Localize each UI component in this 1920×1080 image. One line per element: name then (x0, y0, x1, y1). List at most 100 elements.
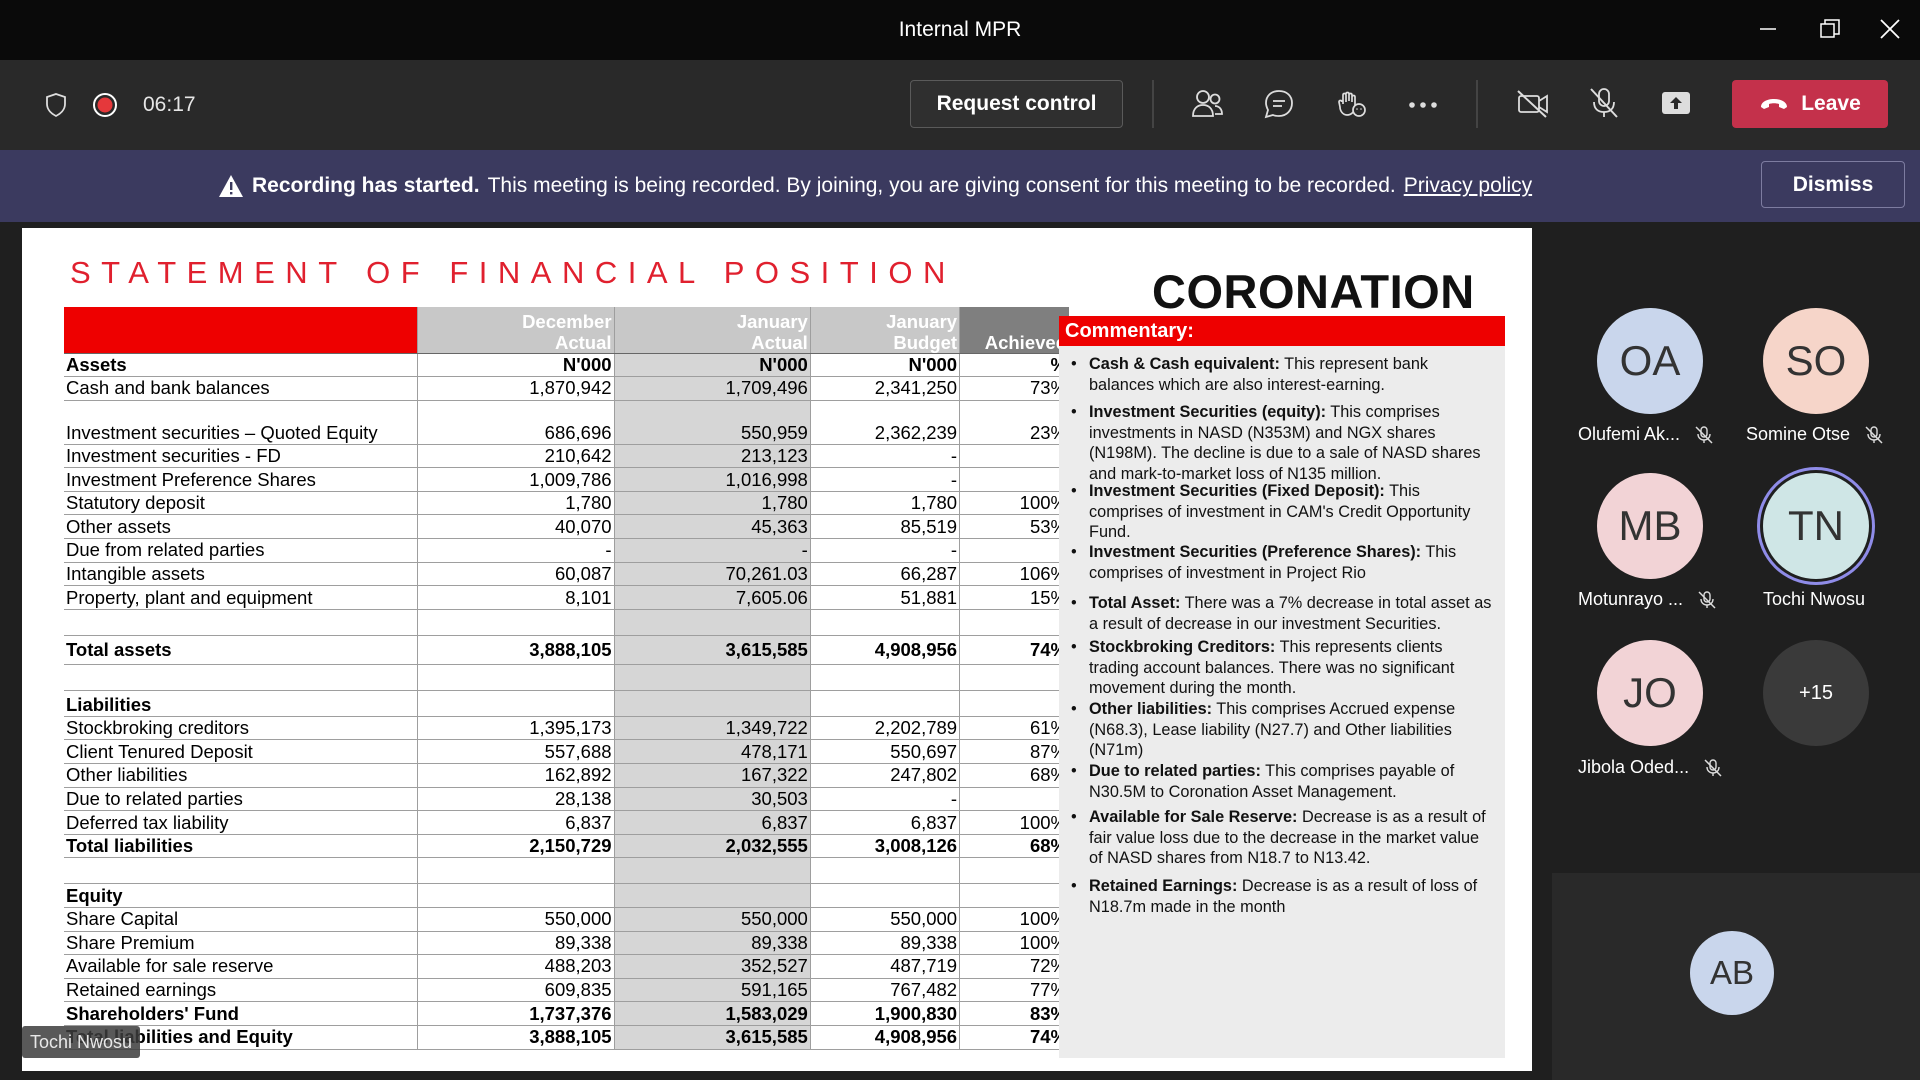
close-icon[interactable] (1872, 12, 1908, 46)
row-value: 89,338 (417, 931, 615, 956)
row-value (959, 609, 1069, 636)
commentary-item-heading: Due to related parties: (1089, 762, 1261, 780)
warning-icon (219, 175, 243, 197)
commentary-item: Due to related parties: This comprises p… (1071, 761, 1496, 802)
row-label: Retained earnings (64, 978, 419, 1003)
table-row: Total liabilities and Equity 3,888,105 3,6… (64, 1025, 1069, 1050)
participant-name: Olufemi Ak... (1578, 424, 1714, 445)
toolbar-divider (1476, 80, 1478, 128)
row-value: 2,362,239 (810, 400, 961, 445)
row-value: 68% (959, 834, 1069, 859)
leave-button[interactable]: Leave (1732, 80, 1888, 128)
table-row: Investment securities - FD 210,642 213,123… (64, 444, 1069, 469)
row-value: 1,395,173 (417, 716, 615, 741)
table-row: Share Premium 89,338 89,338 89,338 100% (64, 931, 1069, 956)
row-value: 6,837 (417, 810, 615, 835)
toolbar-divider (1152, 80, 1154, 128)
participant-avatar[interactable]: MB (1597, 473, 1703, 579)
commentary-panel: Cash & Cash equivalent: This represent b… (1059, 346, 1505, 1058)
request-control-button[interactable]: Request control (910, 80, 1123, 128)
row-value: 1,900,830 (810, 1001, 961, 1026)
row-value (417, 609, 615, 636)
participant-avatar[interactable]: SO (1763, 308, 1869, 414)
row-value: 487,719 (810, 954, 961, 979)
row-value: 30,503 (614, 787, 811, 812)
row-value (959, 664, 1069, 691)
table-row: Intangible assets 60,087 70,261.03 66,287 10… (64, 562, 1069, 587)
row-value: 83% (959, 1001, 1069, 1026)
participant-name-text: Motunrayo ... (1578, 589, 1684, 609)
table-row: Equity (64, 883, 1069, 908)
row-value: 77% (959, 978, 1069, 1003)
table-row: Shareholders' Fund 1,737,376 1,583,029 1,90… (64, 1001, 1069, 1026)
table-row: Liabilities (64, 690, 1069, 717)
row-value: 767,482 (810, 978, 961, 1003)
header-january-budget: January Budget (810, 307, 961, 354)
privacy-policy-link[interactable]: Privacy policy (1404, 174, 1532, 198)
row-value (810, 609, 961, 636)
row-label: Stockbroking creditors (64, 716, 419, 741)
header-december-actual: December Actual (417, 307, 615, 354)
row-value (417, 857, 615, 885)
commentary-item-heading: Cash & Cash equivalent: (1089, 355, 1280, 373)
row-label: Total assets (64, 635, 419, 665)
more-options-icon[interactable] (1406, 88, 1440, 122)
table-row (64, 664, 1069, 691)
row-value: 8,101 (417, 585, 615, 610)
row-value: 85,519 (810, 514, 961, 540)
chat-icon[interactable] (1262, 87, 1296, 121)
row-value (959, 690, 1069, 717)
row-value: 61% (959, 716, 1069, 741)
row-value (417, 690, 615, 717)
minimize-icon[interactable] (1750, 12, 1786, 46)
participant-avatar[interactable]: OA (1597, 308, 1703, 414)
row-value: 1,737,376 (417, 1001, 615, 1026)
participant-name: Somine Otse (1746, 424, 1884, 445)
commentary-item-heading: Stockbroking Creditors: (1089, 638, 1276, 656)
table-row: Deferred tax liability 6,837 6,837 6,837 100… (64, 810, 1069, 835)
self-video-tile[interactable]: AB (1552, 873, 1920, 1080)
participant-name: Motunrayo ... (1578, 589, 1717, 610)
row-value: 213,123 (614, 444, 811, 469)
row-value: 100% (959, 931, 1069, 956)
row-value: 3,888,105 (417, 1025, 615, 1050)
row-value: 68% (959, 763, 1069, 788)
leave-label: Leave (1801, 92, 1861, 115)
row-value: - (614, 538, 811, 563)
table-row: Property, plant and equipment 8,101 7,605.… (64, 585, 1069, 610)
row-label: Shareholders' Fund (64, 1001, 419, 1026)
row-label: Due from related parties (64, 538, 419, 563)
shield-icon[interactable] (42, 91, 70, 119)
window-title: Internal MPR (898, 18, 1022, 41)
table-row: Other assets 40,070 45,363 85,519 53% (64, 514, 1069, 540)
dismiss-button[interactable]: Dismiss (1761, 161, 1905, 208)
participant-avatar[interactable]: JO (1597, 640, 1703, 746)
people-icon[interactable] (1190, 87, 1224, 121)
row-value: 2,202,789 (810, 716, 961, 741)
table-row: Available for sale reserve 488,203 352,527… (64, 954, 1069, 979)
table-row: Other liabilities 162,892 167,322 247,802 68… (64, 763, 1069, 788)
mic-off-icon[interactable] (1587, 86, 1621, 120)
participant-avatar[interactable]: +15 (1763, 640, 1869, 746)
header-achieved: Achieved (959, 307, 1069, 354)
participant-avatar[interactable]: TN (1763, 473, 1869, 579)
row-label: Other liabilities (64, 763, 419, 788)
row-value: 6,837 (614, 810, 811, 835)
react-icon[interactable] (1334, 87, 1368, 121)
row-label: Client Tenured Deposit (64, 739, 419, 765)
row-value: 1,780 (810, 491, 961, 516)
row-value: 3,008,126 (810, 834, 961, 859)
row-value: 352,527 (614, 954, 811, 979)
share-screen-icon[interactable] (1659, 87, 1693, 119)
restore-icon[interactable] (1812, 12, 1848, 46)
camera-off-icon[interactable] (1515, 88, 1551, 120)
table-row: Total assets 3,888,105 3,615,585 4,908,956 7… (64, 635, 1069, 665)
row-value (810, 883, 961, 908)
row-value: 591,165 (614, 978, 811, 1003)
participant-name: Jibola Oded... (1578, 757, 1723, 778)
row-label: Property, plant and equipment (64, 585, 419, 610)
commentary-item-heading: Investment Securities (Fixed Deposit): (1089, 482, 1385, 500)
row-label: Liabilities (64, 690, 419, 717)
row-value: - (417, 538, 615, 563)
table-row (64, 609, 1069, 636)
